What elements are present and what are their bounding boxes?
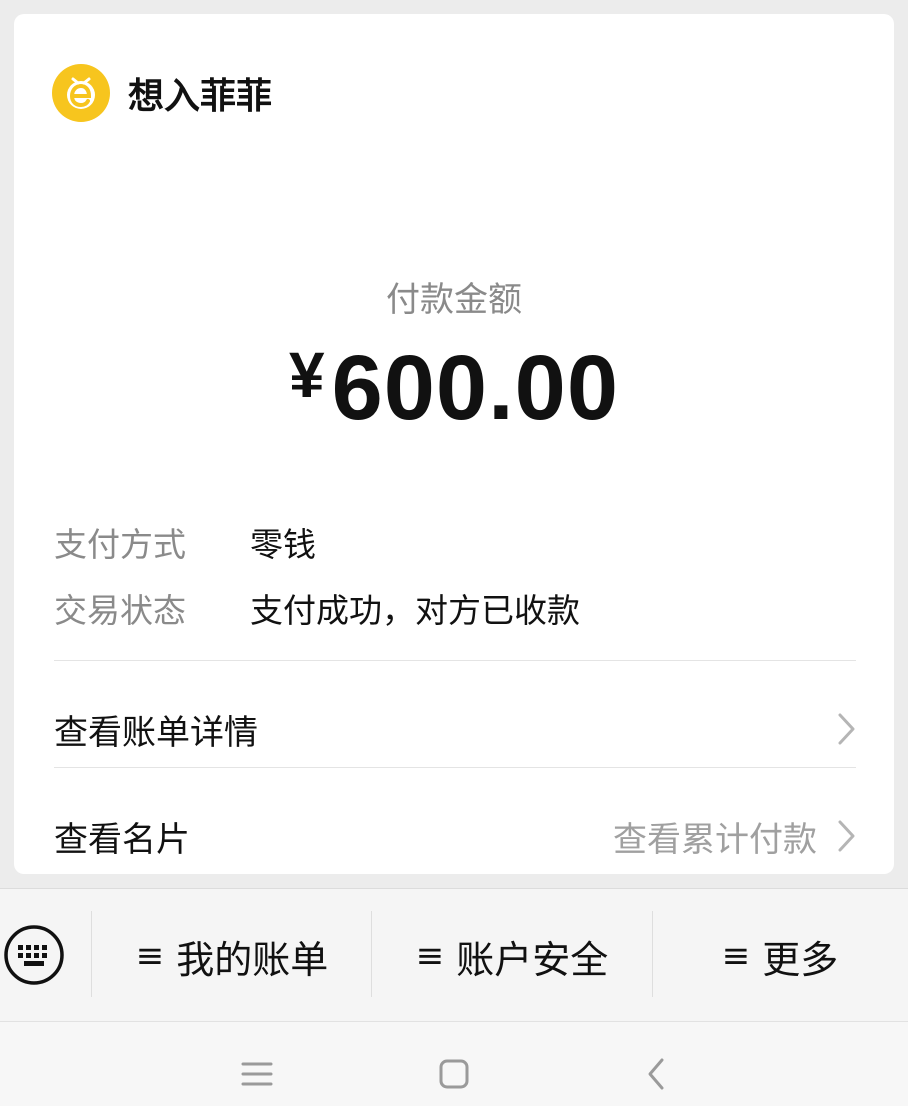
menu-my-bills-label: 我的账单 bbox=[176, 937, 329, 982]
menu-icon[interactable] bbox=[227, 1044, 287, 1104]
merchant-avatar[interactable] bbox=[52, 64, 110, 122]
bill-details-label: 查看账单详情 bbox=[54, 712, 258, 753]
chevron-right-icon bbox=[838, 713, 855, 745]
merchant-header[interactable]: 想入菲菲 bbox=[52, 64, 272, 122]
menu-more-label: 更多 bbox=[762, 937, 839, 982]
payment-amount: ¥600.00 bbox=[14, 336, 894, 441]
payment-method-key: 支付方式 bbox=[54, 525, 186, 564]
divider bbox=[54, 767, 856, 768]
payment-receipt-card: 想入菲菲 付款金额 ¥600.00 支付方式 零钱 交易状态 支付成功，对方已收… bbox=[14, 14, 894, 874]
view-card-link[interactable]: 查看名片 查看累计付款 bbox=[54, 801, 859, 871]
amount-value: 600.00 bbox=[331, 337, 619, 439]
menu-hamburger-icon: ≡ bbox=[135, 936, 165, 976]
merchant-name[interactable]: 想入菲菲 bbox=[128, 67, 272, 119]
payment-method-value: 零钱 bbox=[250, 525, 316, 564]
menu-account-security-label: 账户安全 bbox=[456, 937, 609, 982]
menu-account-security[interactable]: ≡ 账户安全 bbox=[372, 929, 652, 983]
divider bbox=[54, 660, 856, 661]
keyboard-icon[interactable] bbox=[2, 923, 66, 987]
currency-symbol: ¥ bbox=[289, 339, 326, 411]
home-square-icon[interactable] bbox=[424, 1044, 484, 1104]
transaction-status-value: 支付成功，对方已收款 bbox=[250, 591, 580, 630]
bottom-menu-bar: ≡ 我的账单 ≡ 账户安全 ≡ 更多 bbox=[0, 888, 908, 1022]
view-card-label: 查看名片 bbox=[54, 819, 190, 860]
menu-more[interactable]: ≡ 更多 bbox=[652, 929, 908, 983]
cumulative-payments-link[interactable]: 查看累计付款 bbox=[613, 812, 817, 861]
amount-label: 付款金额 bbox=[386, 280, 522, 320]
payment-method-row: 支付方式 零钱 bbox=[54, 518, 316, 566]
menu-hamburger-icon: ≡ bbox=[415, 936, 445, 976]
back-chevron-icon[interactable] bbox=[626, 1044, 686, 1104]
menu-hamburger-icon: ≡ bbox=[721, 936, 751, 976]
menu-my-bills[interactable]: ≡ 我的账单 bbox=[92, 929, 372, 983]
transaction-status-row: 交易状态 支付成功，对方已收款 bbox=[54, 584, 580, 632]
system-navigation-bar bbox=[0, 1021, 908, 1106]
chevron-right-icon bbox=[838, 820, 855, 852]
transaction-status-key: 交易状态 bbox=[54, 591, 186, 630]
bill-details-link[interactable]: 查看账单详情 bbox=[54, 694, 859, 764]
smiley-e-logo-icon bbox=[67, 77, 95, 109]
